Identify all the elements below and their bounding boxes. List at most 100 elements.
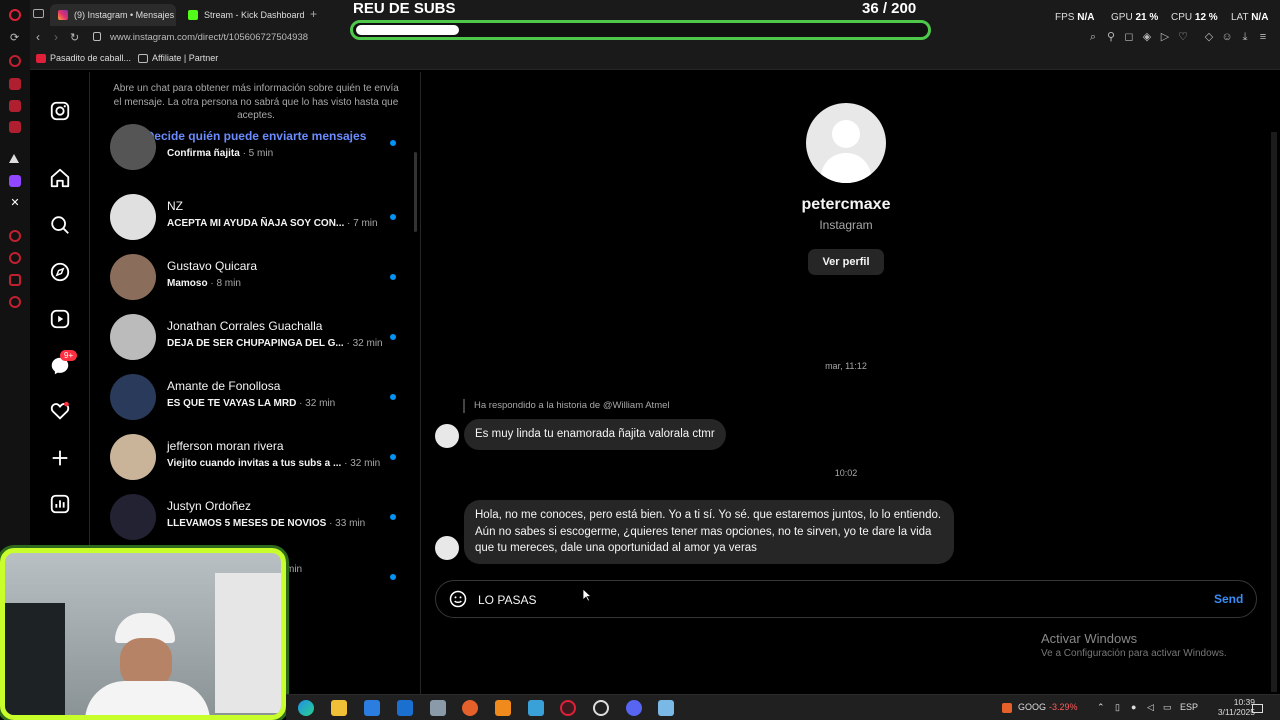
forward-button[interactable]: › — [54, 30, 58, 44]
clock[interactable]: 10:39 3/11/2025 — [1218, 697, 1255, 717]
instagram-side-icon[interactable] — [9, 121, 21, 133]
sender-avatar[interactable] — [435, 424, 459, 448]
chat-list-item[interactable]: jefferson moran rivera Viejito cuando inv… — [110, 434, 410, 494]
latency-stat: LAT N/A — [1231, 12, 1269, 23]
message-bubble[interactable]: Hola, no me conoces, pero está bien. Yo … — [464, 500, 954, 564]
create-plus-icon[interactable] — [49, 447, 71, 469]
shirt-shape — [85, 681, 210, 715]
unread-dot — [390, 394, 396, 400]
instagram-logo-icon[interactable] — [49, 100, 71, 122]
file-explorer-icon[interactable] — [331, 700, 347, 716]
notifications-heart-icon[interactable] — [49, 400, 71, 422]
reels-icon[interactable] — [49, 308, 71, 330]
store-icon[interactable] — [364, 700, 380, 716]
home-icon[interactable] — [49, 167, 71, 189]
reload-button[interactable]: ↻ — [70, 31, 79, 44]
unread-dot — [390, 574, 396, 580]
shield-icon[interactable]: ◈ — [1141, 31, 1153, 43]
chat-list-item[interactable]: Confirma ñajita · 5 min — [110, 124, 410, 198]
zoom-icon[interactable]: ⌕ — [1087, 31, 1099, 43]
tab-label: Stream - Kick Dashboard — [204, 10, 305, 20]
stock-icon — [1002, 703, 1012, 713]
chat-list-item[interactable]: Justyn Ordoñez LLEVAMOS 5 MESES DE NOVIOS… — [110, 494, 410, 554]
tab-instagram[interactable]: (9) Instagram • Mensajes — [50, 4, 176, 26]
chat-list-item[interactable]: NZ ACEPTA MI AYUDA ÑAJA SOY CON... · 7 mi… — [110, 194, 410, 254]
bookmark-item[interactable]: Affiliate | Partner — [136, 53, 218, 63]
language-indicator[interactable]: ESP — [1180, 702, 1198, 712]
gpu-stat: GPU 21 % — [1111, 12, 1159, 23]
sub-goal-title: REU DE SUBS — [353, 0, 456, 17]
pinboard-icon[interactable] — [9, 274, 21, 286]
conversation-scrollbar[interactable] — [1271, 132, 1277, 692]
workspaces-icon[interactable] — [33, 9, 44, 18]
opera-icon[interactable] — [560, 700, 576, 716]
clock-date: 3/11/2025 — [1217, 707, 1255, 717]
profile-icon[interactable]: ☺ — [1221, 31, 1233, 43]
back-button[interactable]: ‹ — [36, 30, 40, 44]
notepad-icon[interactable] — [658, 700, 674, 716]
stock-change[interactable]: -3.29% — [1049, 702, 1078, 712]
vlc-icon[interactable] — [495, 700, 511, 716]
reload-side-icon[interactable]: ⟳ — [10, 31, 19, 44]
chat-preview: Mamoso · 8 min — [167, 278, 241, 289]
emoji-icon[interactable] — [448, 589, 468, 609]
tab-kick[interactable]: Stream - Kick Dashboard — [180, 4, 305, 26]
aria-icon[interactable] — [9, 154, 19, 163]
snapshot-icon[interactable]: ◻ — [1123, 31, 1135, 43]
chat-name: Justyn Ordoñez — [167, 499, 252, 513]
explore-icon[interactable] — [49, 261, 71, 283]
firefox-icon[interactable] — [462, 700, 478, 716]
sender-avatar[interactable] — [435, 536, 459, 560]
battery-icon[interactable]: ▯ — [1115, 702, 1120, 713]
send-button[interactable]: Send — [1214, 592, 1243, 606]
edge-icon[interactable] — [298, 700, 314, 716]
sub-goal-bar — [350, 20, 931, 40]
shop-icon[interactable] — [9, 78, 21, 90]
chat-list-item[interactable]: Jonathan Corrales Guachalla DEJA DE SER C… — [110, 314, 410, 374]
opera-logo-icon[interactable] — [9, 9, 21, 21]
message-bubble[interactable]: Es muy linda tu enamorada ñajita valoral… — [464, 419, 726, 450]
discord-icon[interactable] — [626, 700, 642, 716]
stock-symbol[interactable]: GOOG — [1018, 702, 1046, 712]
network-icon[interactable]: ▭ — [1163, 702, 1172, 713]
chat-avatar — [110, 374, 156, 420]
tray-chevron-icon[interactable]: ⌃ — [1097, 702, 1105, 713]
microphone-icon[interactable]: ● — [1131, 702, 1136, 712]
tab-label: (9) Instagram • Mensajes — [74, 10, 175, 20]
conversation-panel: petercmaxe Instagram Ver perfil mar, 11:… — [422, 72, 1280, 694]
chat-icon[interactable] — [9, 100, 21, 112]
extensions-icon[interactable]: ◇ — [1203, 31, 1215, 43]
app-icon[interactable] — [528, 700, 544, 716]
play-icon[interactable]: ▷ — [1159, 31, 1171, 43]
document-icon — [138, 54, 148, 63]
volume-icon[interactable]: ◁ — [1147, 702, 1154, 713]
chat-list-item[interactable]: Amante de Fonollosa ES QUE TE VAYAS LA MR… — [110, 374, 410, 434]
message-input[interactable] — [478, 590, 1078, 610]
unread-dot — [390, 454, 396, 460]
url-field[interactable]: www.instagram.com/direct/t/1056067275049… — [110, 32, 308, 43]
messages-badge: 9+ — [60, 350, 78, 361]
profile-avatar[interactable] — [806, 103, 886, 183]
view-profile-button[interactable]: Ver perfil — [808, 249, 884, 275]
pin-icon[interactable]: ⚲ — [1105, 31, 1117, 43]
instagram-favicon-icon — [58, 10, 68, 20]
app-icon[interactable] — [430, 700, 446, 716]
twitch-icon[interactable] — [9, 175, 21, 187]
bookmark-item[interactable]: Pasadito de caball... — [34, 53, 131, 63]
notifications-icon[interactable] — [1252, 704, 1263, 713]
heart-toolbar-icon[interactable]: ♡ — [1177, 31, 1189, 43]
player-icon[interactable] — [9, 230, 21, 242]
list-scrollbar[interactable] — [414, 152, 417, 232]
history-icon[interactable] — [9, 252, 21, 264]
download-icon[interactable]: ⤓ — [1239, 31, 1251, 43]
x-icon[interactable]: ✕ — [9, 197, 21, 209]
obs-icon[interactable] — [593, 700, 609, 716]
settings-icon[interactable] — [9, 296, 21, 308]
menu-icon[interactable]: ≡ — [1257, 31, 1269, 43]
outlook-icon[interactable] — [397, 700, 413, 716]
messenger-icon[interactable] — [9, 55, 21, 67]
dashboard-icon[interactable] — [49, 493, 71, 515]
new-tab-button[interactable]: + — [310, 7, 317, 21]
search-icon[interactable] — [49, 214, 71, 236]
chat-list-item[interactable]: Gustavo Quicara Mamoso · 8 min — [110, 254, 410, 314]
